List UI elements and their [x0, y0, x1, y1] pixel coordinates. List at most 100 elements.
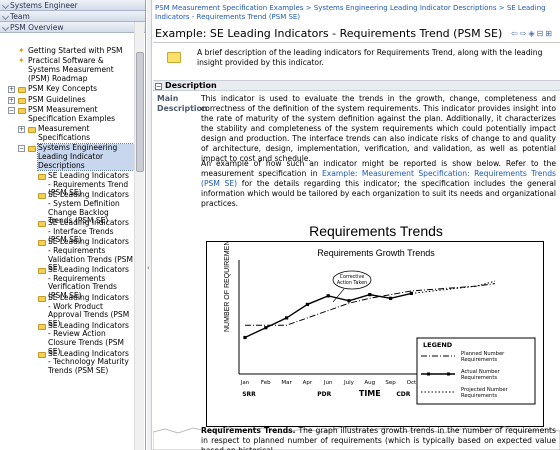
sidebar-tree-item[interactable]: SE Leading Indicators - Technology Matur… — [0, 348, 134, 376]
x-tick-label: July — [343, 380, 355, 386]
breadcrumb-separator: > — [305, 4, 312, 12]
sidebar-tree-item[interactable]: − PSM Measurement Specification Examples — [0, 104, 134, 124]
x-tick-label: Feb — [261, 380, 271, 386]
sidebar-scrollbar[interactable] — [134, 22, 144, 450]
folder-icon — [18, 87, 26, 94]
series-line-0 — [245, 283, 496, 326]
panel-splitter[interactable]: ‹ — [147, 0, 152, 450]
brief-description: A brief description of the leading indic… — [197, 48, 543, 67]
collapse-icon[interactable]: − — [8, 106, 15, 114]
y-axis-label: NUMBER OF REQUIREMENTS — [224, 242, 231, 332]
legend-title: LEGEND — [423, 341, 453, 349]
accordion-systems-engineer[interactable]: Systems Engineer — [0, 0, 145, 11]
folder-icon — [38, 173, 46, 180]
content-pane: PSM Measurement Specification Examples >… — [153, 0, 560, 450]
caption-bold: Requirements Trends. — [201, 426, 296, 435]
expand-icon[interactable]: + — [8, 96, 15, 104]
chart-frame: Requirements Growth Trends NUMBER OF REQU… — [206, 231, 544, 427]
milestone-label: PDR — [317, 391, 331, 398]
series-line-1 — [244, 292, 412, 339]
scrollbar-thumb[interactable] — [136, 52, 144, 172]
chart-svg: Requirements Growth Trends NUMBER OF REQU… — [224, 231, 536, 405]
data-point — [305, 302, 309, 307]
paragraph-text: for the details regarding this indicator… — [201, 179, 556, 208]
sidebar-tree-item[interactable]: − Systems Engineering Leading Indicator D… — [0, 142, 135, 172]
legend-entry: Requirements — [461, 393, 497, 399]
requirements-trends-figure: Requirements Trends Requirements Growth … — [201, 213, 551, 428]
page-title: Example: SE Leading Indicators - Require… — [155, 27, 503, 40]
data-point — [389, 296, 393, 300]
folder-icon — [38, 193, 46, 199]
folder-icon — [18, 97, 26, 104]
folder-icon — [38, 220, 46, 227]
sidebar-tree-item[interactable]: ✦ Practical Software & Systems Measuremen… — [0, 56, 134, 83]
x-tick-label: Oct — [407, 380, 417, 386]
x-tick-label: Aug — [364, 380, 375, 386]
folder-icon — [38, 295, 46, 302]
sidebar-item-label: PSM Key Concepts — [28, 84, 98, 94]
folder-icon — [38, 240, 46, 246]
sidebar-tree-item[interactable]: ✦ Getting Started with PSM — [0, 46, 134, 56]
x-axis-label: TIME — [359, 389, 381, 398]
folder-icon — [28, 126, 36, 133]
data-point — [243, 335, 247, 340]
folder-icon — [18, 107, 26, 114]
milestone-label: CDR — [396, 391, 410, 398]
legend-marker — [447, 372, 450, 376]
description-paragraph-2: An example of how such an indicator migh… — [201, 159, 556, 209]
chart-title: Requirements Trends — [309, 223, 443, 239]
folder-icon — [38, 267, 46, 274]
annotation-pointer — [332, 288, 345, 303]
sidebar-item-label: Getting Started with PSM — [28, 46, 123, 55]
title-divider — [153, 42, 560, 43]
sidebar-item-label: Measurement Specifications — [38, 123, 91, 142]
section-title: Description — [165, 81, 217, 90]
legend-entry: Requirements — [461, 375, 497, 381]
expand-icon[interactable]: + — [18, 125, 25, 133]
navigation-panel: Systems Engineer Team PSM Overview ✦ Gett… — [0, 0, 146, 450]
sidebar-item-label: SE Leading Indicators - Technology Matur… — [48, 348, 129, 376]
breadcrumb-link-examples[interactable]: PSM Measurement Specification Examples — [155, 4, 303, 12]
annotation-bubble — [332, 270, 372, 290]
collapse-arrow-icon[interactable]: ‹ — [147, 264, 150, 272]
sidebar-item-label: PSM Guidelines — [28, 94, 86, 104]
data-point — [285, 316, 289, 320]
main-description-label: Main Description — [157, 94, 208, 113]
x-tick-label: Mar — [281, 380, 292, 386]
note-icon — [167, 52, 181, 63]
accordion-team[interactable]: Team — [0, 11, 145, 22]
breadcrumb: PSM Measurement Specification Examples >… — [153, 0, 560, 22]
sidebar-item-label: Practical Software & Systems Measurement… — [28, 56, 114, 83]
sidebar-tree-item[interactable]: + PSM Key Concepts — [0, 84, 134, 94]
expand-icon[interactable]: + — [8, 86, 15, 94]
guidance-icon: ✦ — [18, 46, 25, 55]
x-tick-label: Sep — [385, 380, 396, 386]
annotation-text: Action Taken — [337, 280, 367, 286]
x-tick-label: Jan — [240, 380, 250, 386]
collapse-icon[interactable]: − — [155, 83, 162, 90]
data-point — [326, 294, 330, 298]
milestone-label: SRR — [242, 391, 256, 398]
guidance-icon: ✦ — [18, 56, 25, 66]
breadcrumb-link-descriptions[interactable]: Systems Engineering Leading Indicator De… — [314, 4, 497, 12]
data-point — [347, 299, 351, 303]
annotation-text: Corrective — [340, 274, 365, 280]
legend-marker — [427, 372, 430, 376]
series-line-2 — [411, 280, 496, 294]
accordion-psm-overview[interactable]: PSM Overview — [0, 22, 145, 33]
data-point — [264, 326, 268, 330]
x-tick-label: Apr — [303, 380, 313, 386]
navigation-tree: ✦ Getting Started with PSM ✦ Practical Soft… — [0, 33, 145, 375]
description-paragraph-1: This indicator is used to evaluate the t… — [201, 94, 556, 163]
page-toolbar-icons[interactable]: ⇦⇨◈⊟⊞ — [511, 29, 554, 38]
sidebar-item-label: Systems Engineering Leading Indicator De… — [37, 142, 135, 172]
collapse-icon[interactable]: − — [18, 145, 25, 152]
sidebar-tree-item[interactable]: + Measurement Specifications — [0, 123, 134, 143]
sidebar-tree-item[interactable]: + PSM Guidelines — [0, 94, 134, 105]
section-header-description[interactable]: − Description — [153, 80, 560, 91]
folder-icon — [38, 323, 46, 330]
sidebar-item-label: PSM Measurement Specification Examples — [28, 104, 115, 123]
folder-icon — [28, 146, 36, 152]
x-tick-label: Jun — [323, 380, 333, 386]
chart-subtitle: Requirements Growth Trends — [317, 248, 435, 258]
